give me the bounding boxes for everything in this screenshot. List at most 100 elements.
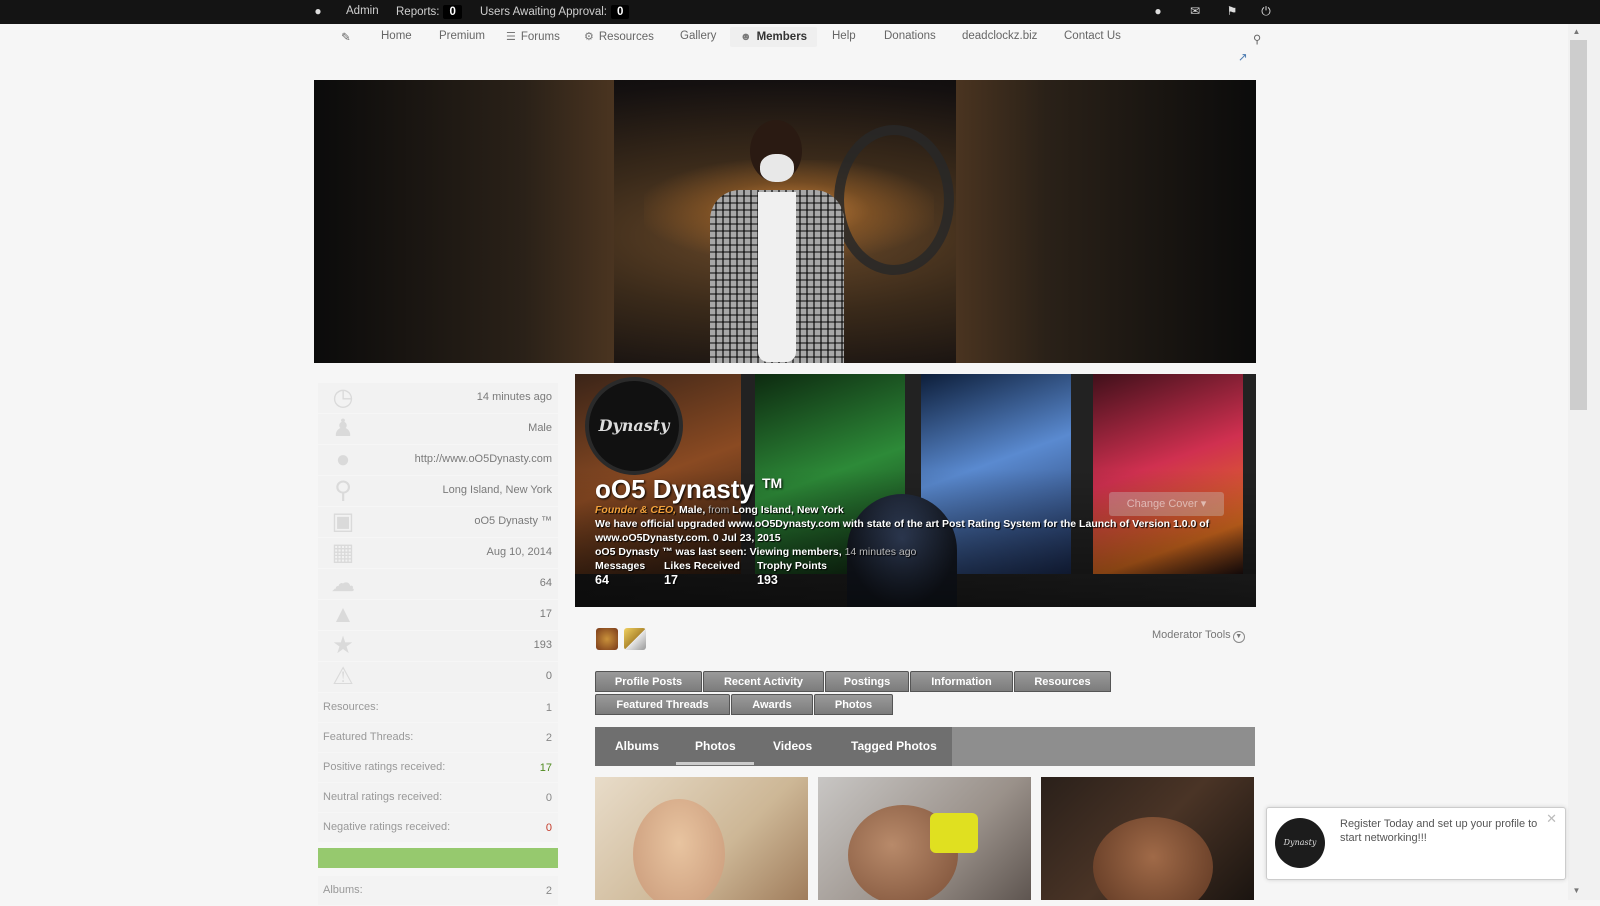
- featured-threads-value[interactable]: 2: [546, 732, 552, 744]
- website-value[interactable]: http://www.oO5Dynasty.com: [415, 453, 552, 465]
- flag-icon[interactable]: ⚑: [1224, 3, 1240, 19]
- last-activity-value: 14 minutes ago: [476, 391, 552, 403]
- admin-link[interactable]: Admin: [346, 5, 379, 17]
- profile-location[interactable]: Long Island, New York: [732, 504, 844, 516]
- positive-ratings-row: Positive ratings received: 17: [318, 753, 558, 782]
- nav-resources[interactable]: ⚙ Resources: [584, 30, 654, 43]
- nav-donations[interactable]: Donations: [884, 30, 936, 42]
- scrollbar-track[interactable]: [1570, 40, 1587, 880]
- banner-person: [702, 120, 852, 363]
- albums-value[interactable]: 2: [546, 885, 552, 897]
- last-activity-row: ◷ 14 minutes ago: [318, 383, 558, 413]
- search-icon[interactable]: ⚲: [1253, 32, 1261, 46]
- subtab-videos[interactable]: Videos: [773, 739, 812, 753]
- likes-stat-value[interactable]: 17: [664, 573, 678, 587]
- negative-ratings-row: Negative ratings received: 0: [318, 813, 558, 842]
- warnings-value: 0: [545, 670, 552, 682]
- main-navigation: ✎ Home Premium ☰ Forums ⚙ Resources Galler…: [0, 24, 1568, 64]
- nav-gallery[interactable]: Gallery: [680, 30, 716, 42]
- banner-logo-emblem: [834, 125, 954, 275]
- nav-deadclockz[interactable]: deadclockz.biz: [962, 30, 1037, 42]
- admin-circle-icon[interactable]: ●: [310, 3, 326, 19]
- profile-status-line2[interactable]: www.oO5Dynasty.com. 0 Jul 23, 2015: [595, 532, 781, 544]
- nav-contact-us[interactable]: Contact Us: [1064, 30, 1121, 42]
- nav-forums[interactable]: ☰ Forums: [506, 30, 560, 43]
- messages-value[interactable]: 64: [540, 577, 552, 589]
- power-icon[interactable]: ⏻: [1258, 3, 1274, 19]
- group-icon: ☻: [740, 31, 752, 43]
- scroll-up-arrow-icon[interactable]: ▲: [1571, 27, 1582, 39]
- profile-cover: Dynasty oO5 Dynasty TM Founder & CEO, Mal…: [575, 374, 1256, 607]
- subtab-tagged-photos[interactable]: Tagged Photos: [851, 739, 937, 753]
- nav-resources-label: Resources: [598, 31, 654, 43]
- trophy-stat-value[interactable]: 193: [757, 573, 778, 587]
- tab-awards[interactable]: Awards: [731, 694, 813, 715]
- occupation-value: oO5 Dynasty ™: [474, 515, 552, 527]
- photo-thumbnail[interactable]: [595, 777, 808, 900]
- location-value[interactable]: Long Island, New York: [443, 484, 552, 496]
- messages-stat-value[interactable]: 64: [595, 573, 609, 587]
- messages-row: ☁ 64: [318, 569, 558, 599]
- external-link-icon[interactable]: ↗: [1238, 50, 1248, 64]
- likes-row: ▲ 17: [318, 600, 558, 630]
- resources-value[interactable]: 1: [546, 702, 552, 714]
- profile-avatar[interactable]: Dynasty: [585, 377, 683, 475]
- occupation-row: ▣ oO5 Dynasty ™: [318, 507, 558, 537]
- photo-subject: [1093, 817, 1213, 900]
- notification-message[interactable]: Register Today and set up your profile t…: [1340, 817, 1550, 845]
- reports-count: 0: [443, 5, 462, 19]
- moderator-tools-menu[interactable]: Moderator Tools ▼: [1152, 629, 1245, 643]
- tab-featured-threads[interactable]: Featured Threads: [595, 694, 730, 715]
- tab-information[interactable]: Information: [910, 671, 1013, 692]
- nav-help[interactable]: Help: [832, 30, 856, 42]
- nav-home[interactable]: Home: [381, 30, 412, 42]
- tab-recent-activity[interactable]: Recent Activity: [703, 671, 824, 692]
- user-icon[interactable]: ●: [1150, 3, 1166, 19]
- change-cover-button[interactable]: Change Cover ▾: [1109, 492, 1224, 516]
- warnings-row: ⚠ 0: [318, 662, 558, 692]
- close-icon[interactable]: ✕: [1546, 811, 1557, 827]
- tab-resources[interactable]: Resources: [1014, 671, 1111, 692]
- trophy-value[interactable]: 193: [534, 639, 552, 651]
- tab-photos[interactable]: Photos: [814, 694, 893, 715]
- scroll-down-arrow-icon[interactable]: ▼: [1571, 886, 1582, 898]
- subtab-photos[interactable]: Photos: [695, 739, 736, 753]
- photo-thumbnail[interactable]: [818, 777, 1031, 900]
- positive-ratings-value: 17: [539, 762, 552, 774]
- change-cover-label: Change Cover: [1126, 498, 1198, 510]
- profile-title-line: Founder & CEO, Male, from Long Island, N…: [595, 504, 844, 516]
- nav-edit-icon[interactable]: ✎: [341, 30, 351, 44]
- photo-thumbnail[interactable]: [1041, 777, 1254, 900]
- photo-subnav: Albums Photos Videos Tagged Photos: [595, 727, 1255, 766]
- profile-gender: Male,: [679, 504, 706, 516]
- gears-icon: ⚙: [584, 31, 594, 43]
- thumbs-up-icon: ▲: [331, 601, 355, 628]
- nav-members-label: Members: [756, 31, 808, 43]
- chevron-down-icon: ▾: [1200, 498, 1207, 510]
- resources-detail-row: Resources: 1: [318, 693, 558, 722]
- crown-trophy-icon[interactable]: [596, 628, 618, 650]
- scrollbar-thumb[interactable]: [1570, 40, 1587, 410]
- admin-bar: ● Admin Reports: 0 Users Awaiting Approva…: [0, 0, 1600, 24]
- location-row: ⚲ Long Island, New York: [318, 476, 558, 506]
- likes-value[interactable]: 17: [540, 608, 552, 620]
- envelope-icon[interactable]: ✉: [1187, 3, 1203, 19]
- reports-link[interactable]: Reports: 0: [396, 5, 462, 19]
- neutral-ratings-value: 0: [545, 792, 552, 804]
- vertical-scrollbar[interactable]: ▲ ▼: [1568, 24, 1600, 900]
- resources-label: Resources:: [323, 701, 379, 713]
- tab-postings[interactable]: Postings: [825, 671, 909, 692]
- tab-profile-posts[interactable]: Profile Posts: [595, 671, 702, 692]
- moderator-tools-label: Moderator Tools: [1152, 629, 1231, 641]
- subtab-albums[interactable]: Albums: [615, 739, 659, 753]
- briefcase-icon: ▣: [331, 508, 355, 535]
- photo-subject: [633, 799, 725, 900]
- notebook-trophy-icon[interactable]: [624, 628, 646, 650]
- users-awaiting-link[interactable]: Users Awaiting Approval: 0: [480, 5, 630, 19]
- last-seen-text: oO5 Dynasty ™ was last seen: Viewing mem…: [595, 546, 842, 558]
- nav-premium[interactable]: Premium: [439, 30, 485, 42]
- notification-avatar: Dynasty: [1275, 818, 1325, 868]
- profile-from-label: from: [708, 504, 730, 516]
- nav-members[interactable]: ☻ Members: [730, 27, 818, 47]
- negative-ratings-value: 0: [545, 822, 552, 834]
